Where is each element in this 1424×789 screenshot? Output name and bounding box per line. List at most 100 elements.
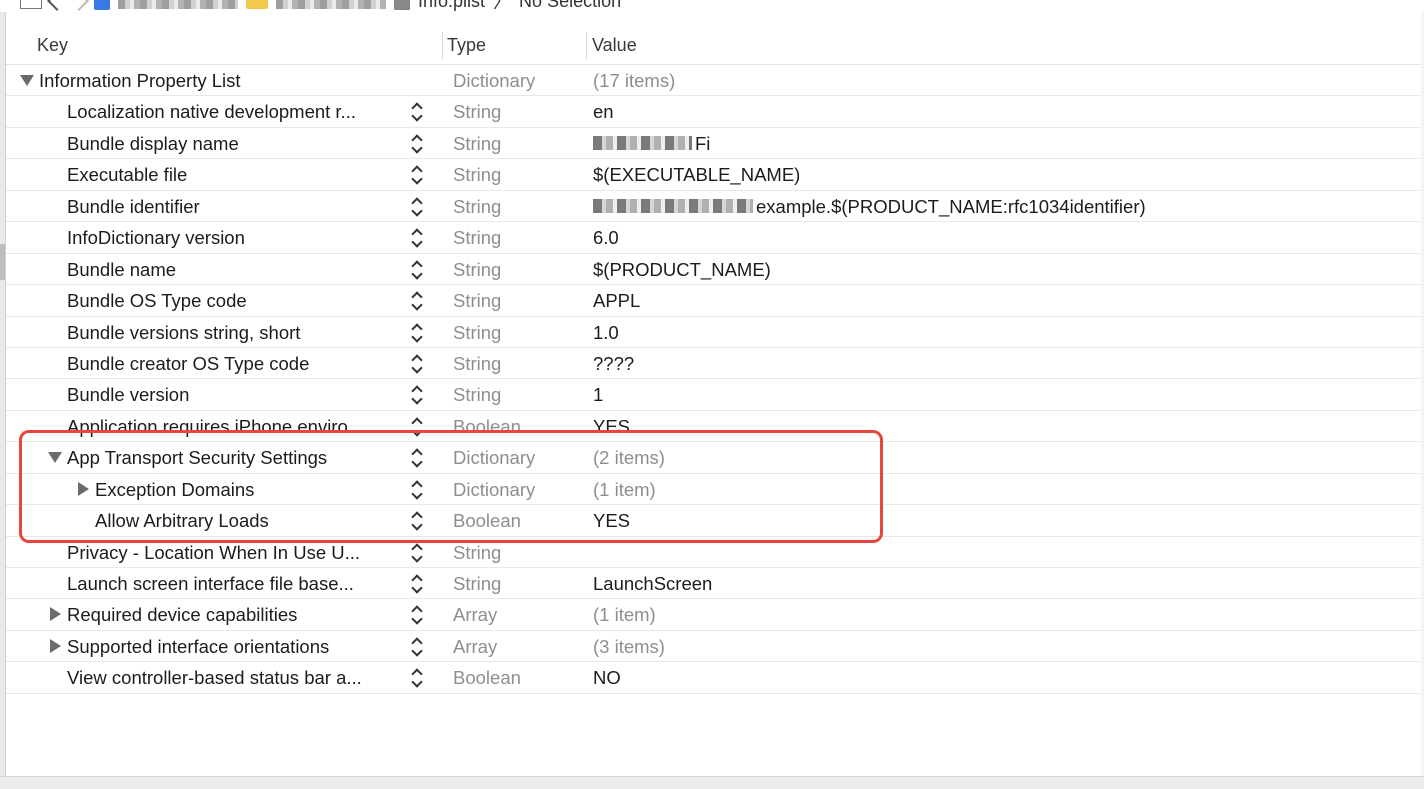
plist-row[interactable]: Bundle name String $(PRODUCT_NAME)	[6, 254, 1421, 286]
plist-row[interactable]: Application requires iPhone enviro... Bo…	[6, 411, 1421, 443]
row-key[interactable]: Bundle identifier	[67, 196, 200, 218]
jumpbar-selection[interactable]: No Selection	[519, 0, 621, 12]
disclosure-expanded-icon[interactable]	[20, 75, 34, 86]
plist-row[interactable]: Supported interface orientations Array (…	[6, 631, 1421, 663]
row-key[interactable]: Application requires iPhone enviro...	[67, 416, 363, 438]
row-value[interactable]: YES	[593, 510, 630, 532]
key-stepper-icon[interactable]	[410, 197, 424, 217]
key-stepper-icon[interactable]	[410, 574, 424, 594]
key-stepper-icon[interactable]	[410, 480, 424, 500]
plist-row-ats[interactable]: App Transport Security Settings Dictiona…	[6, 442, 1421, 474]
row-key[interactable]: Allow Arbitrary Loads	[95, 510, 269, 532]
key-stepper-icon[interactable]	[410, 228, 424, 248]
row-key[interactable]: Required device capabilities	[67, 604, 297, 626]
row-type[interactable]: String	[453, 164, 501, 186]
row-key[interactable]: Supported interface orientations	[67, 636, 329, 658]
row-type[interactable]: Array	[453, 636, 497, 658]
row-key[interactable]: Executable file	[67, 164, 187, 186]
row-key[interactable]: Bundle name	[67, 259, 176, 281]
key-stepper-icon[interactable]	[410, 417, 424, 437]
folder-icon[interactable]	[246, 0, 268, 9]
row-type[interactable]: String	[453, 101, 501, 123]
plist-row[interactable]: Bundle display name String Fi	[6, 128, 1421, 160]
key-stepper-icon[interactable]	[410, 668, 424, 688]
row-key[interactable]: App Transport Security Settings	[67, 447, 327, 469]
row-type[interactable]: String	[453, 384, 501, 406]
plist-row[interactable]: Executable file String $(EXECUTABLE_NAME…	[6, 159, 1421, 191]
row-key[interactable]: Bundle creator OS Type code	[67, 353, 309, 375]
row-value[interactable]: APPL	[593, 290, 640, 312]
plist-row[interactable]: InfoDictionary version String 6.0	[6, 222, 1421, 254]
plist-row[interactable]: Bundle identifier String example.$(PRODU…	[6, 191, 1421, 223]
value-column-header[interactable]: Value	[592, 35, 637, 56]
row-value[interactable]: LaunchScreen	[593, 573, 712, 595]
row-value[interactable]: 1	[593, 384, 603, 406]
row-value[interactable]: en	[593, 101, 614, 123]
plist-row-root[interactable]: Information Property List Dictionary (17…	[6, 65, 1421, 97]
row-value[interactable]: NO	[593, 667, 621, 689]
plist-row[interactable]: Launch screen interface file base... Str…	[6, 568, 1421, 600]
key-stepper-icon[interactable]	[410, 543, 424, 563]
key-stepper-icon[interactable]	[410, 260, 424, 280]
plist-row[interactable]: Required device capabilities Array (1 it…	[6, 599, 1421, 631]
key-stepper-icon[interactable]	[410, 323, 424, 343]
column-divider[interactable]	[442, 32, 443, 60]
key-column-header[interactable]: Key	[37, 35, 68, 56]
row-type[interactable]: String	[453, 353, 501, 375]
row-type[interactable]: String	[453, 133, 501, 155]
plist-row[interactable]: Bundle version String 1	[6, 379, 1421, 411]
plist-file-icon[interactable]	[394, 0, 410, 10]
jumpbar-file-name[interactable]: Info.plist	[418, 0, 485, 12]
row-value[interactable]: YES	[593, 416, 630, 438]
row-key[interactable]: Bundle display name	[67, 133, 239, 155]
disclosure-collapsed-icon[interactable]	[78, 481, 89, 496]
row-value[interactable]: Fi	[695, 133, 710, 155]
key-stepper-icon[interactable]	[410, 102, 424, 122]
row-value[interactable]: 6.0	[593, 227, 619, 249]
key-stepper-icon[interactable]	[410, 354, 424, 374]
row-type[interactable]: String	[453, 542, 501, 564]
panel-resize-handle[interactable]	[0, 244, 5, 280]
key-stepper-icon[interactable]	[410, 637, 424, 657]
back-chevron-icon[interactable]	[47, 0, 67, 11]
row-type[interactable]: String	[453, 573, 501, 595]
disclosure-expanded-icon[interactable]	[48, 452, 62, 464]
row-type[interactable]: Boolean	[453, 510, 521, 532]
row-key[interactable]: View controller-based status bar a...	[67, 667, 362, 689]
plist-row-allow-arbitrary-loads[interactable]: Allow Arbitrary Loads Boolean YES	[6, 505, 1421, 537]
plist-row-exception-domains[interactable]: Exception Domains Dictionary (1 item)	[6, 474, 1421, 506]
row-type[interactable]: Boolean	[453, 667, 521, 689]
row-type[interactable]: String	[453, 196, 501, 218]
row-key[interactable]: Localization native development r...	[67, 101, 356, 123]
row-type[interactable]: Dictionary	[453, 70, 535, 92]
type-column-header[interactable]: Type	[447, 35, 486, 56]
related-items-icon[interactable]	[20, 0, 42, 9]
row-type[interactable]: Dictionary	[453, 479, 535, 501]
disclosure-collapsed-icon[interactable]	[50, 607, 61, 622]
row-type[interactable]: Array	[453, 604, 497, 626]
project-icon[interactable]	[94, 0, 110, 10]
row-key[interactable]: Bundle version	[67, 384, 189, 406]
key-stepper-icon[interactable]	[410, 605, 424, 625]
row-type[interactable]: String	[453, 227, 501, 249]
row-type[interactable]: String	[453, 322, 501, 344]
key-stepper-icon[interactable]	[410, 165, 424, 185]
forward-chevron-icon[interactable]	[69, 0, 89, 11]
row-value[interactable]: example.$(PRODUCT_NAME:rfc1034identifier…	[756, 196, 1146, 218]
plist-row[interactable]: Privacy - Location When In Use U... Stri…	[6, 537, 1421, 568]
plist-row[interactable]: Bundle versions string, short String 1.0	[6, 317, 1421, 348]
plist-row[interactable]: View controller-based status bar a... Bo…	[6, 662, 1421, 694]
plist-row[interactable]: Localization native development r... Str…	[6, 96, 1421, 128]
row-key[interactable]: Exception Domains	[95, 479, 254, 501]
row-key[interactable]: InfoDictionary version	[67, 227, 245, 249]
row-key[interactable]: Privacy - Location When In Use U...	[67, 542, 360, 564]
column-divider[interactable]	[586, 32, 587, 60]
plist-row[interactable]: Bundle creator OS Type code String ????	[6, 348, 1421, 380]
key-stepper-icon[interactable]	[410, 385, 424, 405]
key-stepper-icon[interactable]	[410, 291, 424, 311]
row-type[interactable]: String	[453, 290, 501, 312]
plist-row[interactable]: Bundle OS Type code String APPL	[6, 285, 1421, 317]
row-value[interactable]: $(PRODUCT_NAME)	[593, 259, 771, 281]
row-key[interactable]: Launch screen interface file base...	[67, 573, 354, 595]
row-key[interactable]: Bundle versions string, short	[67, 322, 300, 344]
